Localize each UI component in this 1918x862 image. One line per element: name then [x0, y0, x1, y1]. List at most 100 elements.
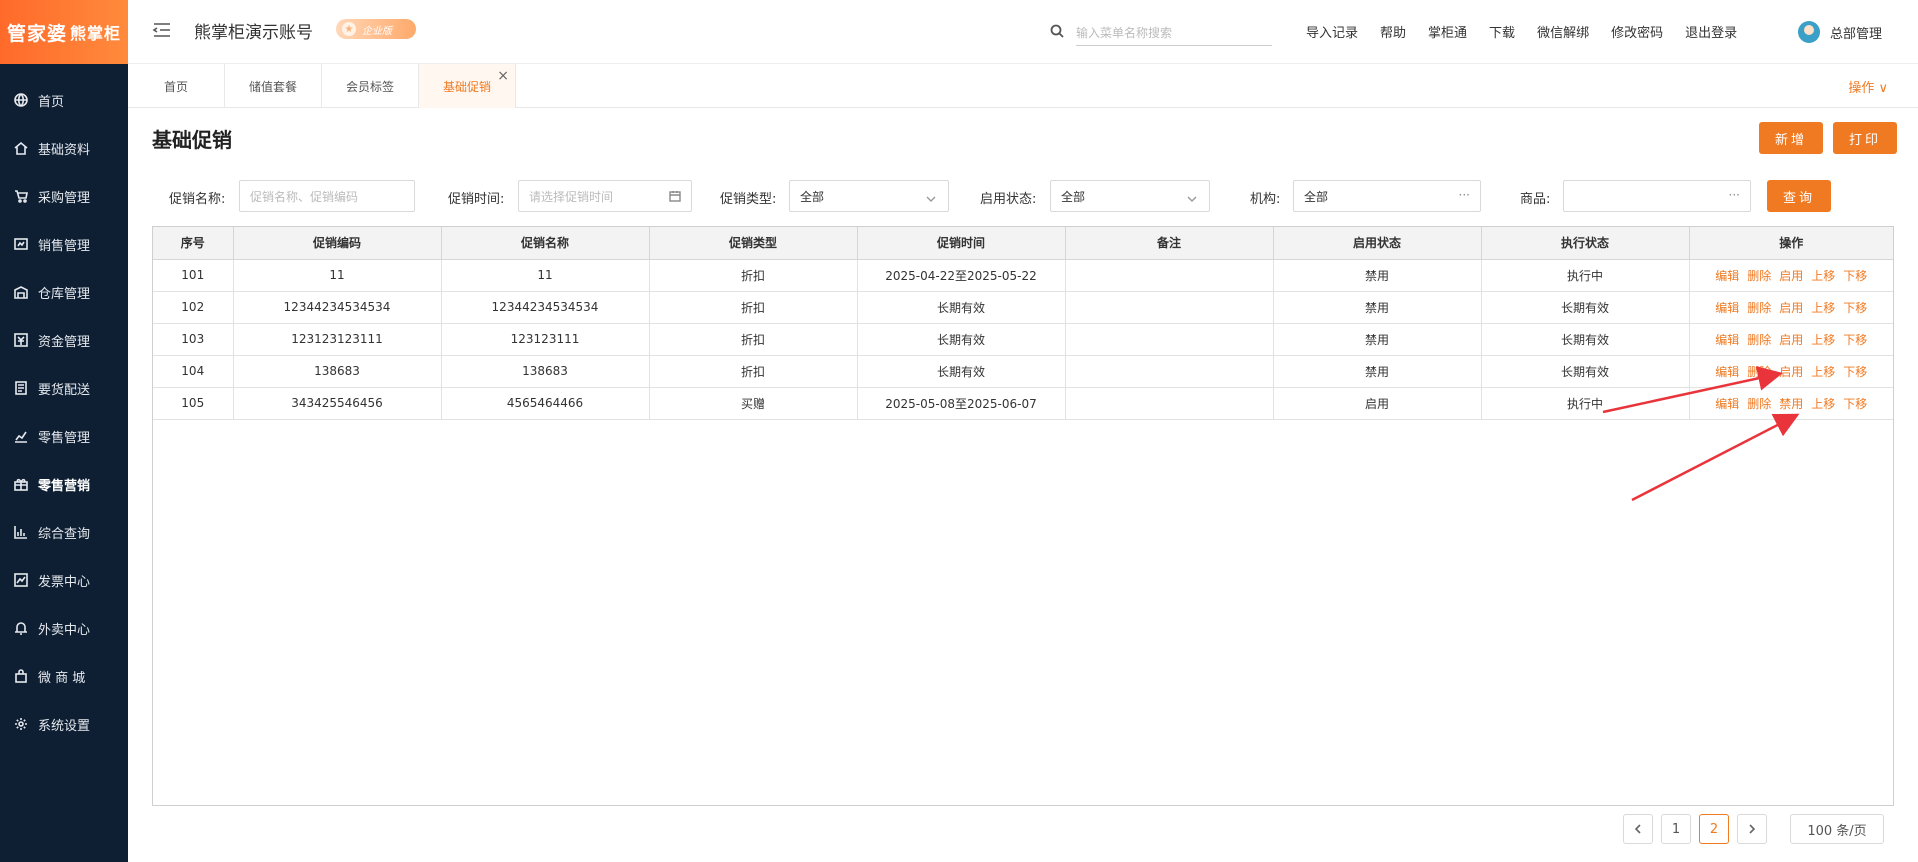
toggle-enable-link[interactable]: 启用: [1779, 365, 1803, 379]
delete-link[interactable]: 删除: [1747, 269, 1771, 283]
page-size-select[interactable]: 100 条/页: [1790, 814, 1884, 844]
print-button[interactable]: 打印: [1833, 122, 1897, 154]
delete-link[interactable]: 删除: [1747, 397, 1771, 411]
query-button[interactable]: 查询: [1767, 180, 1831, 212]
tab-label: 基础促销: [442, 79, 491, 94]
edit-link[interactable]: 编辑: [1715, 333, 1739, 347]
next-page-button[interactable]: [1737, 814, 1767, 844]
table-row[interactable]: 104 138683 138683 折扣 长期有效 禁用 长期有效 编辑 删除 启用…: [153, 355, 1893, 388]
warehouse-icon: [14, 285, 28, 299]
sidebar: 管家婆 熊掌柜 首页 基础资料 采购管理 销售管理 仓库管理 资金管理 要货配送…: [0, 0, 128, 862]
sidebar-item-query[interactable]: 综合查询: [0, 508, 128, 556]
sidebar-item-retail[interactable]: 零售管理: [0, 412, 128, 460]
column-header[interactable]: 促销时间: [857, 227, 1066, 260]
edit-link[interactable]: 编辑: [1715, 269, 1739, 283]
page-2-button[interactable]: 2: [1699, 814, 1729, 844]
tab-operations-dropdown[interactable]: 操作 ∨: [1848, 77, 1888, 96]
column-header[interactable]: 备注: [1065, 227, 1274, 260]
sidebar-item-takeout[interactable]: 外卖中心: [0, 604, 128, 652]
delete-link[interactable]: 删除: [1747, 333, 1771, 347]
cell-enabled: 禁用: [1273, 259, 1482, 292]
move-down-link[interactable]: 下移: [1843, 269, 1867, 283]
edit-link[interactable]: 编辑: [1715, 301, 1739, 315]
bell-icon: [14, 621, 28, 635]
toggle-enable-link[interactable]: 启用: [1779, 301, 1803, 315]
goods-selector[interactable]: ···: [1563, 180, 1751, 212]
toggle-enable-link[interactable]: 启用: [1779, 333, 1803, 347]
toggle-enable-link[interactable]: 启用: [1779, 269, 1803, 283]
move-up-link[interactable]: 上移: [1811, 333, 1835, 347]
table-row[interactable]: 103 123123123111 123123111 折扣 长期有效 禁用 长期…: [153, 323, 1893, 356]
edit-link[interactable]: 编辑: [1715, 365, 1739, 379]
logout-link[interactable]: 退出登录: [1685, 22, 1737, 41]
sidebar-item-label: 零售管理: [38, 430, 91, 446]
delete-link[interactable]: 删除: [1747, 365, 1771, 379]
move-up-link[interactable]: 上移: [1811, 301, 1835, 315]
sidebar-item-label: 零售营销: [38, 478, 91, 494]
sidebar-item-finance[interactable]: 资金管理: [0, 316, 128, 364]
sidebar-item-settings[interactable]: 系统设置: [0, 700, 128, 748]
menu-collapse-icon[interactable]: [152, 20, 172, 40]
move-up-link[interactable]: 上移: [1811, 365, 1835, 379]
sidebar-item-basic-data[interactable]: 基础资料: [0, 124, 128, 172]
column-header[interactable]: 启用状态: [1273, 227, 1482, 260]
cell-actions: 编辑 删除 启用 上移 下移: [1689, 291, 1893, 324]
table-row[interactable]: 102 12344234534534 12344234534534 折扣 长期有…: [153, 291, 1893, 324]
tab-basic-promotion[interactable]: 基础促销 ×: [419, 64, 516, 108]
prev-page-button[interactable]: [1623, 814, 1653, 844]
promotion-type-select[interactable]: 全部: [789, 180, 949, 212]
sidebar-item-invoice[interactable]: 发票中心: [0, 556, 128, 604]
tab-home[interactable]: 首页: [128, 64, 225, 108]
column-header[interactable]: 促销名称: [441, 227, 650, 260]
tab-member-tags[interactable]: 会员标签: [322, 64, 419, 108]
page-1-button[interactable]: 1: [1661, 814, 1691, 844]
sidebar-item-sales[interactable]: 销售管理: [0, 220, 128, 268]
table-row[interactable]: 105 343425546456 4565464466 买赠 2025-05-0…: [153, 387, 1893, 420]
toggle-enable-link[interactable]: 禁用: [1779, 397, 1803, 411]
org-selector[interactable]: 全部 ···: [1293, 180, 1481, 212]
move-down-link[interactable]: 下移: [1843, 365, 1867, 379]
sidebar-item-delivery[interactable]: 要货配送: [0, 364, 128, 412]
wechat-unbind-link[interactable]: 微信解绑: [1537, 22, 1589, 41]
move-down-link[interactable]: 下移: [1843, 397, 1867, 411]
edit-link[interactable]: 编辑: [1715, 397, 1739, 411]
import-records-link[interactable]: 导入记录: [1306, 22, 1358, 41]
sidebar-item-warehouse[interactable]: 仓库管理: [0, 268, 128, 316]
change-password-link[interactable]: 修改密码: [1611, 22, 1663, 41]
column-header[interactable]: 序号: [153, 227, 234, 260]
zhanggui-link[interactable]: 掌柜通: [1428, 22, 1467, 41]
promotion-name-label: 促销名称:: [169, 192, 226, 207]
move-down-link[interactable]: 下移: [1843, 301, 1867, 315]
column-header[interactable]: 促销类型: [649, 227, 858, 260]
move-up-link[interactable]: 上移: [1811, 269, 1835, 283]
sidebar-nav: 首页 基础资料 采购管理 销售管理 仓库管理 资金管理 要货配送 零售管理 零售…: [0, 64, 128, 748]
sidebar-item-home[interactable]: 首页: [0, 76, 128, 124]
cell-code: 343425546456: [233, 387, 442, 420]
cell-no: 104: [153, 355, 234, 388]
promotion-time-picker[interactable]: 请选择促销时间: [518, 180, 692, 212]
close-icon[interactable]: ×: [497, 68, 509, 84]
download-link[interactable]: 下载: [1489, 22, 1515, 41]
move-down-link[interactable]: 下移: [1843, 333, 1867, 347]
sidebar-item-mall[interactable]: 微 商 城: [0, 652, 128, 700]
help-link[interactable]: 帮助: [1380, 22, 1406, 41]
cell-remark: [1065, 323, 1274, 356]
add-button[interactable]: 新增: [1759, 122, 1823, 154]
column-header[interactable]: 执行状态: [1481, 227, 1690, 260]
menu-search-input[interactable]: [1076, 20, 1272, 46]
promotion-name-input[interactable]: 促销名称、促销编码: [239, 180, 415, 212]
delete-link[interactable]: 删除: [1747, 301, 1771, 315]
cell-no: 102: [153, 291, 234, 324]
sidebar-item-retail-marketing[interactable]: 零售营销: [0, 460, 128, 508]
enable-status-select[interactable]: 全部: [1050, 180, 1210, 212]
table-row[interactable]: 101 11 11 折扣 2025-04-22至2025-05-22 禁用 执行…: [153, 259, 1893, 292]
column-header[interactable]: 促销编码: [233, 227, 442, 260]
sidebar-item-purchase[interactable]: 采购管理: [0, 172, 128, 220]
cell-type: 买赠: [649, 387, 858, 420]
cell-type: 折扣: [649, 291, 858, 324]
tab-stored-value[interactable]: 储值套餐: [225, 64, 322, 108]
sidebar-item-label: 要货配送: [38, 382, 91, 398]
move-up-link[interactable]: 上移: [1811, 397, 1835, 411]
user-menu[interactable]: 总部管理: [1798, 21, 1882, 43]
cell-remark: [1065, 291, 1274, 324]
